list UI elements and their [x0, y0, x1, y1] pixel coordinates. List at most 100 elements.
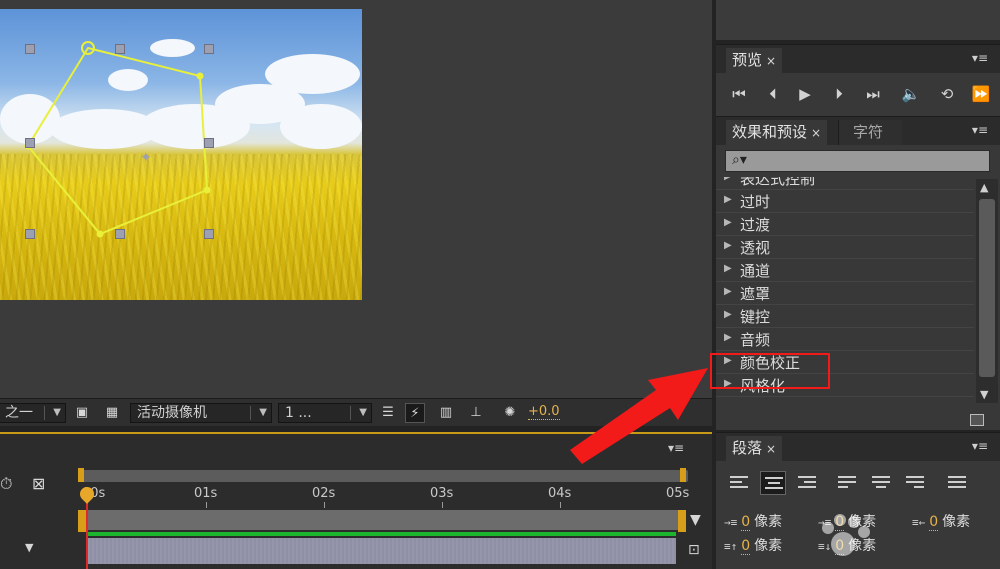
views-label: 1 ...	[285, 405, 312, 421]
first-frame-icon[interactable]: ⏮	[728, 85, 750, 103]
effects-scrollbar[interactable]: ▲ ▼	[976, 179, 998, 403]
chevron-down-icon[interactable]: ▼	[25, 541, 33, 554]
mask-path[interactable]: ✦	[0, 0, 362, 300]
list-item[interactable]: ▶ 遮罩	[716, 282, 974, 305]
flowchart-icon[interactable]: ⊥	[466, 403, 486, 423]
toggle-pixel-aspect-icon[interactable]: ☰	[378, 403, 398, 423]
expand-triangle-icon[interactable]: ▶	[724, 194, 732, 205]
stopwatch-icon[interactable]: ⏱	[0, 474, 12, 494]
exposure-icon[interactable]: ✺	[500, 403, 520, 423]
loop-icon[interactable]: ⟲	[936, 85, 958, 103]
panel-menu-icon[interactable]: ▾≡	[972, 123, 988, 137]
previous-frame-icon[interactable]: ⏴	[762, 85, 784, 103]
chevron-down-icon: ▼	[259, 407, 267, 418]
ruler-label: 03s	[430, 486, 454, 501]
ram-preview-icon[interactable]: ⏩	[970, 85, 992, 103]
new-bin-icon[interactable]	[970, 414, 984, 426]
tab-paragraph-label: 段落	[732, 439, 763, 457]
motion-blur-icon[interactable]: ⊠	[32, 474, 45, 493]
transform-handle[interactable]	[25, 44, 35, 54]
fast-previews-icon[interactable]: ⚡	[405, 403, 425, 423]
expand-triangle-icon[interactable]: ▶	[724, 217, 732, 228]
panel-menu-icon[interactable]: ▾≡	[972, 51, 988, 65]
expand-triangle-icon[interactable]: ▶	[724, 177, 732, 182]
scrollbar-thumb[interactable]	[979, 199, 995, 377]
scroll-up-icon[interactable]: ▲	[980, 181, 988, 194]
indent-left-field[interactable]: →≡ 0 像素	[724, 511, 782, 531]
list-item[interactable]: ▶ 通道	[716, 259, 974, 282]
scroll-down-icon[interactable]: ▼	[980, 388, 988, 401]
timeline-icon[interactable]: ▥	[436, 403, 456, 423]
play-icon[interactable]: ▶	[794, 85, 816, 103]
align-right-icon[interactable]	[794, 471, 820, 495]
transform-handle[interactable]	[115, 229, 125, 239]
list-item[interactable]: ▶ 过渡	[716, 213, 974, 236]
close-icon[interactable]: ×	[766, 442, 776, 456]
resolution-dropdown[interactable]: 之一 ▼	[0, 403, 66, 423]
list-item[interactable]: ▶ 键控	[716, 305, 974, 328]
transparency-grid-icon[interactable]: ▦	[102, 403, 122, 423]
justify-last-left-icon[interactable]	[834, 471, 860, 495]
resolution-label: 之一	[5, 405, 33, 421]
layer-in-point[interactable]	[78, 510, 86, 532]
camera-label: 活动摄像机	[137, 405, 207, 421]
close-icon[interactable]: ×	[766, 54, 776, 68]
layer-track[interactable]	[88, 538, 676, 564]
layer-out-point[interactable]	[678, 510, 686, 532]
highlight-annotation-box	[710, 353, 830, 389]
expand-triangle-icon[interactable]: ▶	[724, 286, 732, 297]
transform-handle[interactable]	[25, 229, 35, 239]
chevron-down-icon: ▼	[359, 407, 367, 418]
info-panel	[716, 0, 1000, 40]
panel-menu-icon[interactable]: ▾≡	[972, 439, 988, 453]
tab-effects-presets[interactable]: 效果和预设 ×	[726, 120, 828, 145]
zoom-out-icon[interactable]: ▼	[690, 512, 701, 528]
tab-preview[interactable]: 预览 ×	[726, 48, 783, 73]
layer-switch-line	[88, 532, 676, 536]
tab-character[interactable]: 字符	[838, 120, 902, 145]
annotation-arrow	[570, 368, 708, 464]
indent-right-icon: ≡←	[912, 516, 926, 529]
transform-handle[interactable]	[204, 229, 214, 239]
exposure-value[interactable]: +0.0	[528, 404, 560, 420]
tab-preview-label: 预览	[732, 51, 763, 69]
indent-right-field[interactable]: ≡← 0 像素	[912, 511, 970, 531]
views-dropdown[interactable]: 1 ... ▼	[278, 403, 372, 423]
ruler-label: 05s	[666, 486, 690, 501]
expand-triangle-icon[interactable]: ▶	[724, 332, 732, 343]
list-item[interactable]: ▶ 音频	[716, 328, 974, 351]
preview-panel: 预览 × ▾≡ ⏮ ⏴ ▶ ⏵ ⏭ 🔈 ⟲ ⏩	[716, 44, 1000, 116]
camera-dropdown[interactable]: 活动摄像机 ▼	[130, 403, 272, 423]
align-center-icon[interactable]	[760, 471, 786, 495]
last-frame-icon[interactable]: ⏭	[862, 85, 884, 103]
list-item[interactable]: ▶ 过时	[716, 190, 974, 213]
align-left-icon[interactable]	[726, 471, 752, 495]
ruler-label: 04s	[548, 486, 572, 501]
transform-handle[interactable]	[25, 138, 35, 148]
justify-all-icon[interactable]	[944, 471, 970, 495]
layer-duration-bar[interactable]	[78, 510, 684, 530]
tab-character-label: 字符	[853, 123, 884, 141]
tab-paragraph[interactable]: 段落 ×	[726, 436, 783, 461]
expand-triangle-icon[interactable]: ▶	[724, 263, 732, 274]
region-of-interest-icon[interactable]: ▣	[72, 403, 92, 423]
list-item[interactable]: ▶ 透视	[716, 236, 974, 259]
space-before-field[interactable]: ≡↑ 0 像素	[724, 535, 782, 555]
comp-button-icon[interactable]: ⊡	[688, 542, 700, 558]
transform-handle[interactable]	[204, 138, 214, 148]
indent-left-icon: →≡	[724, 516, 738, 529]
list-item[interactable]: ▶表达式控制	[716, 177, 974, 190]
justify-last-center-icon[interactable]	[868, 471, 894, 495]
svg-text:✦: ✦	[140, 150, 152, 166]
space-before-icon: ≡↑	[724, 540, 738, 553]
transform-handle[interactable]	[115, 44, 125, 54]
justify-last-right-icon[interactable]	[902, 471, 928, 495]
next-frame-icon[interactable]: ⏵	[828, 85, 850, 103]
expand-triangle-icon[interactable]: ▶	[724, 240, 732, 251]
watermark-logo	[822, 514, 870, 556]
close-icon[interactable]: ×	[811, 126, 821, 140]
transform-handle[interactable]	[204, 44, 214, 54]
audio-icon[interactable]: 🔈	[900, 85, 922, 103]
expand-triangle-icon[interactable]: ▶	[724, 309, 732, 320]
effects-search-input[interactable]: ⌕▾	[725, 150, 990, 172]
